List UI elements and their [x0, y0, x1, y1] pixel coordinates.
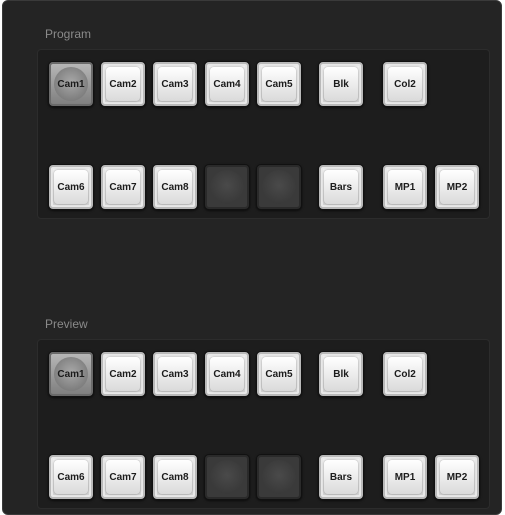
preview-button-blk[interactable]: Blk: [318, 351, 364, 397]
program-button-cam7[interactable]: Cam7: [100, 164, 146, 210]
program-button-cam8[interactable]: Cam8: [152, 164, 198, 210]
preview-button-cam4[interactable]: Cam4: [204, 351, 250, 397]
preview-button-col2[interactable]: Col2: [382, 351, 428, 397]
program-button-mp2[interactable]: MP2: [434, 164, 480, 210]
preview-button-unassigned-2[interactable]: [256, 454, 302, 500]
program-button-col2[interactable]: Col2: [382, 61, 428, 107]
program-button-cam2[interactable]: Cam2: [100, 61, 146, 107]
preview-button-cam3[interactable]: Cam3: [152, 351, 198, 397]
program-button-unassigned-1[interactable]: [204, 164, 250, 210]
program-button-cam4[interactable]: Cam4: [204, 61, 250, 107]
preview-button-bars[interactable]: Bars: [318, 454, 364, 500]
preview-button-cam7[interactable]: Cam7: [100, 454, 146, 500]
program-button-unassigned-2[interactable]: [256, 164, 302, 210]
program-button-mp1[interactable]: MP1: [382, 164, 428, 210]
preview-button-cam5[interactable]: Cam5: [256, 351, 302, 397]
program-bus: Cam1 Cam2 Cam3 Cam4 Cam5 Blk Col2 Cam6 C…: [37, 49, 490, 219]
program-button-cam6[interactable]: Cam6: [48, 164, 94, 210]
program-button-blk[interactable]: Blk: [318, 61, 364, 107]
preview-button-unassigned-1[interactable]: [204, 454, 250, 500]
preview-button-cam1[interactable]: Cam1: [48, 351, 94, 397]
preview-button-cam2[interactable]: Cam2: [100, 351, 146, 397]
preview-label: Preview: [45, 317, 88, 331]
preview-button-cam8[interactable]: Cam8: [152, 454, 198, 500]
preview-button-mp1[interactable]: MP1: [382, 454, 428, 500]
preview-bus: Cam1 Cam2 Cam3 Cam4 Cam5 Blk Col2 Cam6 C…: [37, 339, 490, 509]
preview-button-mp2[interactable]: MP2: [434, 454, 480, 500]
switcher-panel: Program Cam1 Cam2 Cam3 Cam4 Cam5 Blk Col…: [2, 0, 502, 515]
program-label: Program: [45, 27, 92, 41]
preview-button-cam6[interactable]: Cam6: [48, 454, 94, 500]
program-button-bars[interactable]: Bars: [318, 164, 364, 210]
program-button-cam1[interactable]: Cam1: [48, 61, 94, 107]
program-button-cam3[interactable]: Cam3: [152, 61, 198, 107]
program-button-cam5[interactable]: Cam5: [256, 61, 302, 107]
